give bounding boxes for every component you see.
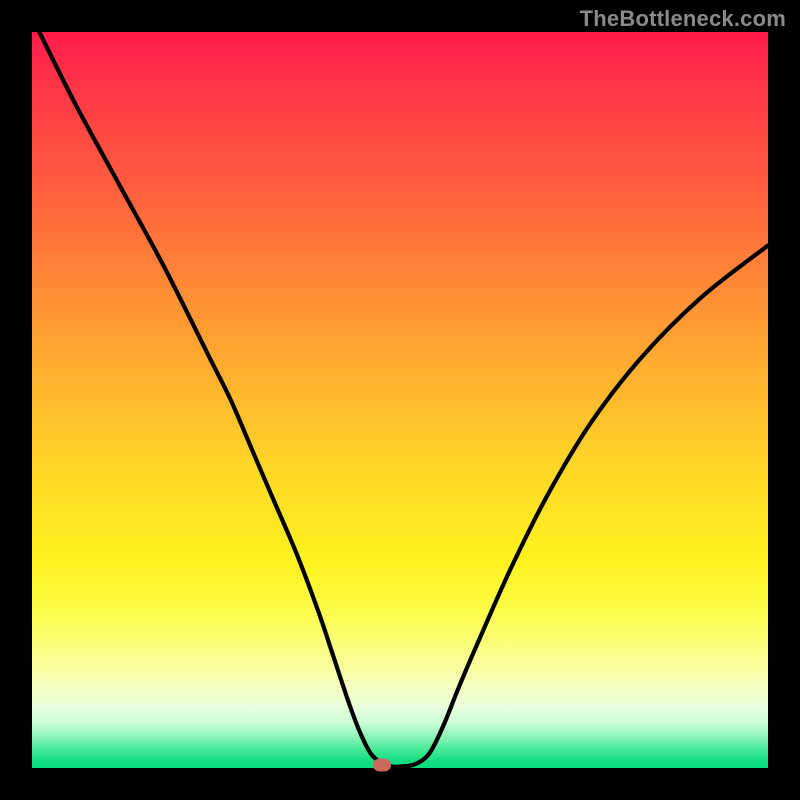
- chart-frame: TheBottleneck.com: [0, 0, 800, 800]
- plot-area: [32, 32, 768, 768]
- optimal-point-marker: [373, 759, 391, 772]
- watermark-text: TheBottleneck.com: [580, 6, 786, 32]
- bottleneck-curve: [32, 32, 768, 768]
